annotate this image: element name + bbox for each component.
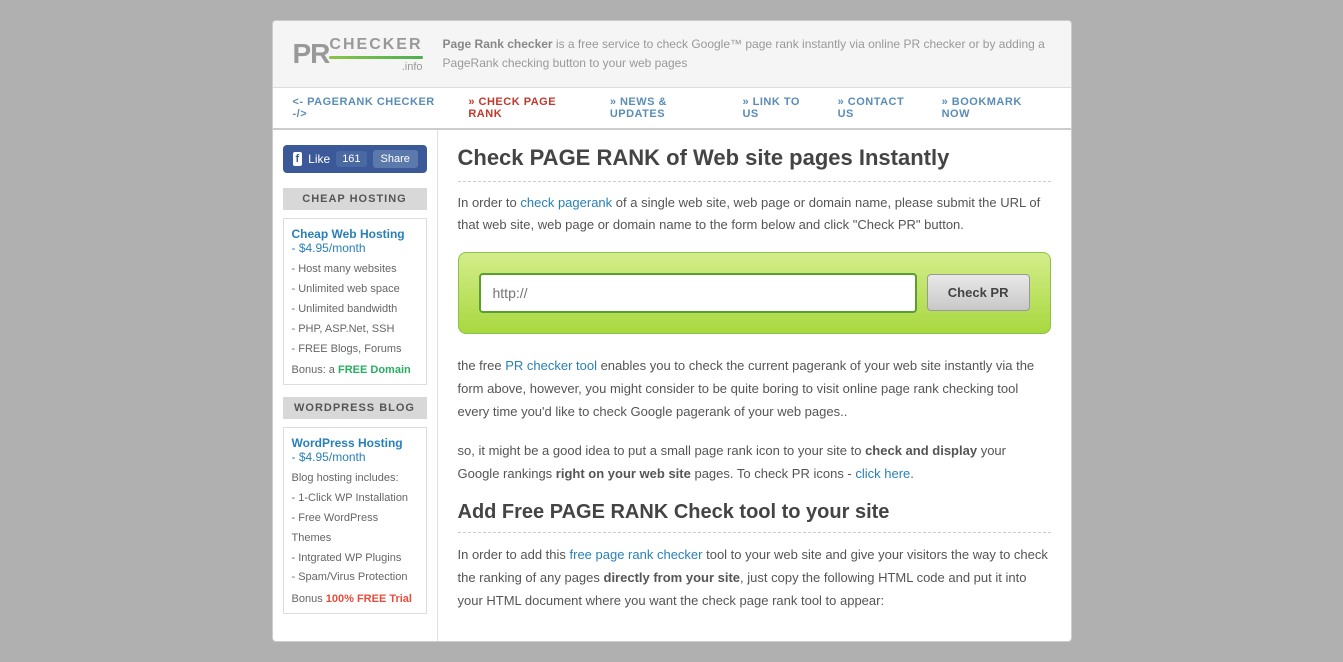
header-desc-title: Page Rank checker <box>443 37 553 51</box>
cheap-hosting-bonus: Bonus: a FREE Domain <box>292 364 418 376</box>
check-pr-form: Check PR <box>458 252 1051 334</box>
fb-like-label: Like <box>308 152 330 166</box>
cheap-hosting-features: - Host many websites - Unlimited web spa… <box>292 260 418 359</box>
page-wrapper: PR CHECKER .info Page Rank checker is a … <box>272 20 1072 642</box>
logo: PR CHECKER .info <box>293 36 423 73</box>
desc-text-2: so, it might be a good idea to put a sma… <box>458 439 1051 486</box>
logo-checker-text: CHECKER <box>329 36 422 54</box>
bonus-link[interactable]: FREE Domain <box>338 364 411 376</box>
sidebar: f Like 161 Share CHEAP HOSTING Cheap Web… <box>273 130 438 641</box>
feature-item: - Free WordPress Themes <box>292 509 418 549</box>
intro-text: In order to check pagerank of a single w… <box>458 192 1051 236</box>
nav-contact-us[interactable]: » CONTACT US <box>828 88 932 128</box>
logo-checker-area: CHECKER .info <box>329 36 422 73</box>
wordpress-section: WORDPRESS BLOG WordPress Hosting - $4.95… <box>283 397 427 614</box>
cheap-hosting-price: - $4.95/month <box>292 241 366 255</box>
logo-info: .info <box>329 61 422 73</box>
logo-line <box>329 56 422 59</box>
cheap-hosting-title: CHEAP HOSTING <box>283 188 427 210</box>
nav-news-updates[interactable]: » NEWS & UPDATES <box>600 88 733 128</box>
header-desc: Page Rank checker is a free service to c… <box>443 35 1051 73</box>
desc2-bold2: right on your web site <box>556 466 691 481</box>
feature-item: - Host many websites <box>292 260 418 280</box>
url-input[interactable] <box>479 273 917 313</box>
feature-item: - Intgrated WP Plugins <box>292 549 418 569</box>
section2-text: In order to add this free page rank chec… <box>458 543 1051 613</box>
wordpress-link[interactable]: WordPress Hosting <box>292 436 403 450</box>
wp-bonus-link[interactable]: 100% FREE Trial <box>326 593 412 605</box>
nav: <- PAGERANK CHECKER -/> » CHECK PAGE RAN… <box>273 88 1071 130</box>
wp-intro: Blog hosting includes: <box>292 469 418 489</box>
feature-item: - Unlimited bandwidth <box>292 300 418 320</box>
desc2-link[interactable]: click here <box>855 466 910 481</box>
feature-item: - 1-Click WP Installation <box>292 489 418 509</box>
fb-count: 161 <box>336 151 366 167</box>
desc1-link[interactable]: PR checker tool <box>505 358 597 373</box>
fb-icon: f <box>293 152 303 166</box>
desc1-pre: the free <box>458 358 506 373</box>
wordpress-bonus: Bonus 100% FREE Trial <box>292 593 418 605</box>
s2-link[interactable]: free page rank checker <box>570 547 703 562</box>
main-title: Check PAGE RANK of Web site pages Instan… <box>458 145 1051 182</box>
cheap-hosting-section: CHEAP HOSTING Cheap Web Hosting - $4.95/… <box>283 188 427 385</box>
fb-share-btn[interactable]: Share <box>373 150 418 168</box>
feature-item: - Unlimited web space <box>292 280 418 300</box>
wordpress-title: WORDPRESS BLOG <box>283 397 427 419</box>
s2-bold: directly from your site <box>604 570 741 585</box>
content-layout: f Like 161 Share CHEAP HOSTING Cheap Web… <box>273 130 1071 641</box>
nav-bookmark-now[interactable]: » BOOKMARK NOW <box>932 88 1061 128</box>
main-content: Check PAGE RANK of Web site pages Instan… <box>438 130 1071 641</box>
desc2-pre: so, it might be a good idea to put a sma… <box>458 443 866 458</box>
wordpress-box: WordPress Hosting - $4.95/month Blog hos… <box>283 427 427 614</box>
feature-item: - Spam/Virus Protection <box>292 568 418 588</box>
bonus-label: Bonus: a <box>292 364 338 376</box>
nav-link-to-us[interactable]: » LINK TO US <box>732 88 827 128</box>
header: PR CHECKER .info Page Rank checker is a … <box>273 21 1071 88</box>
fb-like-bar[interactable]: f Like 161 Share <box>283 145 427 173</box>
desc2-bold: check and display <box>865 443 977 458</box>
s2-pre: In order to add this <box>458 547 570 562</box>
cheap-hosting-box: Cheap Web Hosting - $4.95/month - Host m… <box>283 218 427 385</box>
desc2-suf: pages. To check PR icons - <box>691 466 856 481</box>
intro-pre: In order to <box>458 195 521 210</box>
cheap-hosting-link[interactable]: Cheap Web Hosting <box>292 227 405 241</box>
section2-title: Add Free PAGE RANK Check tool to your si… <box>458 501 1051 533</box>
wordpress-price: - $4.95/month <box>292 450 366 464</box>
feature-item: - FREE Blogs, Forums <box>292 340 418 360</box>
check-pr-button[interactable]: Check PR <box>927 274 1030 311</box>
intro-link[interactable]: check pagerank <box>520 195 612 210</box>
desc2-end: . <box>910 466 914 481</box>
feature-item: - PHP, ASP.Net, SSH <box>292 320 418 340</box>
logo-pr: PR <box>293 38 330 70</box>
nav-pagerank-checker[interactable]: <- PAGERANK CHECKER -/> <box>283 88 459 128</box>
nav-check-page-rank[interactable]: » CHECK PAGE RANK <box>458 88 599 128</box>
wordpress-features: Blog hosting includes: - 1-Click WP Inst… <box>292 469 418 588</box>
desc-text-1: the free PR checker tool enables you to … <box>458 354 1051 424</box>
wp-bonus-label: Bonus <box>292 593 326 605</box>
